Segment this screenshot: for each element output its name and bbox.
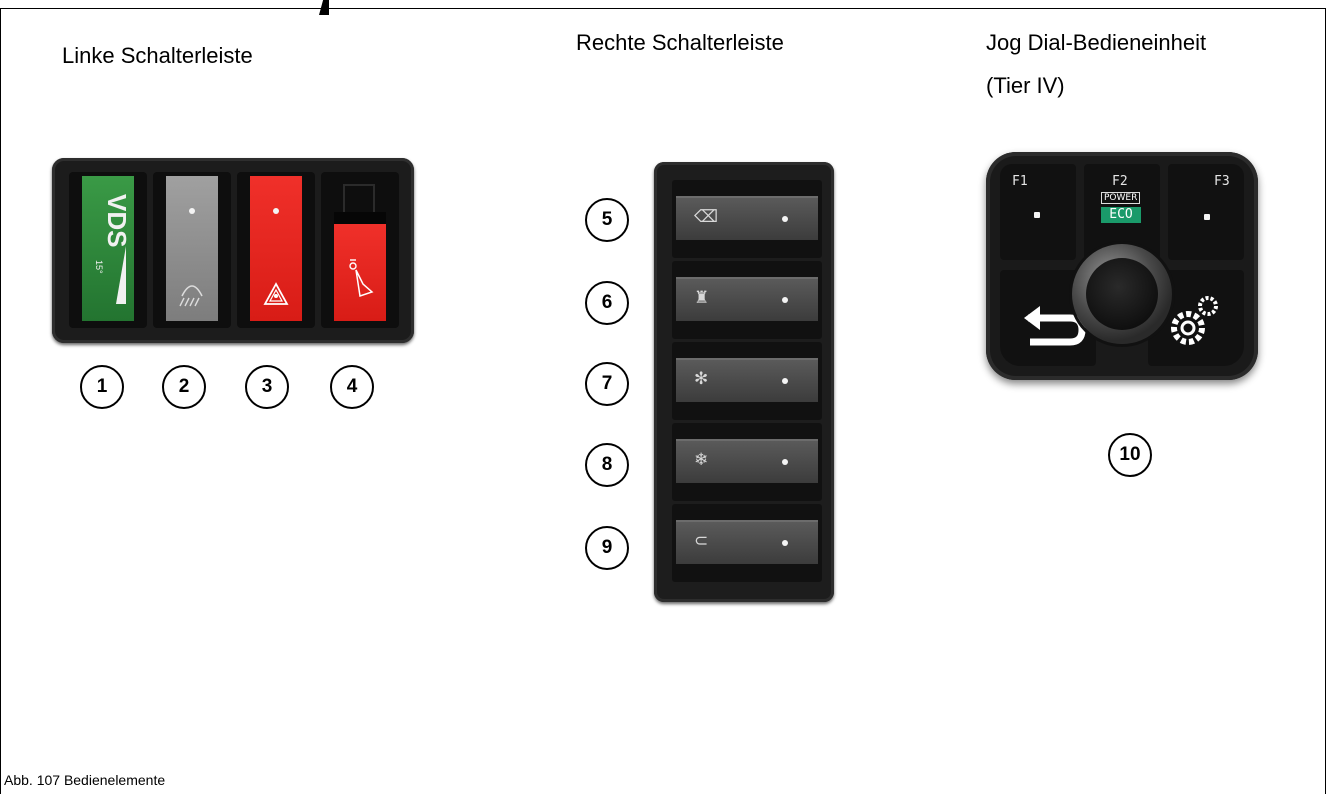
boom-lock-switch[interactable]: [321, 172, 399, 328]
fan-switch[interactable]: ✻: [672, 342, 822, 420]
work-light-icon: [179, 285, 203, 307]
horn-rocker[interactable]: ⊂: [676, 520, 818, 564]
boom-lock-rocker[interactable]: [334, 224, 386, 321]
jog-dial-knob[interactable]: [1086, 258, 1158, 330]
wiper-rocker[interactable]: ⌫: [676, 196, 818, 240]
jog-dial-title: Jog Dial-Bedieneinheit: [986, 30, 1207, 55]
callout-5: 5: [585, 198, 629, 242]
callout-8: 8: [585, 443, 629, 487]
work-light-switch[interactable]: [153, 172, 231, 328]
heading-fragment: [319, 0, 329, 15]
wiper-switch[interactable]: ⌫: [672, 180, 822, 258]
air-conditioning-icon: ❄: [694, 450, 709, 469]
callout-2: 2: [162, 365, 206, 409]
hazard-switch[interactable]: [237, 172, 315, 328]
jog-dial-unit: F1 F2 POWER ECO F3: [986, 152, 1258, 380]
beacon-led: [782, 297, 788, 303]
vds-logo-text: VDS: [102, 194, 132, 247]
right-bar-title: Rechte Schalterleiste: [576, 30, 784, 55]
hazard-warning-icon: [263, 282, 289, 305]
hazard-led: [273, 208, 279, 214]
left-bar-title: Linke Schalterleiste: [62, 43, 253, 68]
vds-switch[interactable]: VDS 15°: [69, 172, 147, 328]
horn-led: [782, 540, 788, 546]
air-conditioning-rocker[interactable]: ❄: [676, 439, 818, 483]
air-conditioning-switch[interactable]: ❄: [672, 423, 822, 501]
fan-led: [782, 378, 788, 384]
callout-4: 4: [330, 365, 374, 409]
horn-icon: ⊂: [694, 531, 709, 550]
f2-label: F2: [1112, 174, 1128, 189]
callout-10: 10: [1108, 433, 1152, 477]
f3-led: [1204, 214, 1210, 220]
vds-logo-sup: 15°: [94, 260, 104, 274]
wiper-icon: ⌫: [694, 207, 719, 226]
horn-switch[interactable]: ⊂: [672, 504, 822, 582]
f3-key[interactable]: F3: [1168, 164, 1244, 260]
f1-label: F1: [1012, 174, 1028, 189]
rotating-beacon-icon: ♜: [694, 288, 710, 307]
callout-1: 1: [80, 365, 124, 409]
vds-logo-icon: VDS 15°: [94, 194, 132, 304]
left-switch-panel: VDS 15°: [52, 158, 414, 343]
beacon-rocker[interactable]: ♜: [676, 277, 818, 321]
figure-caption: Abb. 107 Bedienelemente: [4, 772, 166, 788]
eco-mode-label: ECO: [1101, 207, 1141, 223]
power-mode-label: POWER: [1101, 192, 1141, 204]
work-light-rocker[interactable]: [166, 176, 218, 321]
callout-3: 3: [245, 365, 289, 409]
f1-key[interactable]: F1: [1000, 164, 1076, 260]
right-switch-panel: ⌫ ♜ ✻ ❄ ⊂: [654, 162, 834, 602]
fan-rocker[interactable]: ✻: [676, 358, 818, 402]
callout-6: 6: [585, 281, 629, 325]
jog-dial-subtitle: (Tier IV): [986, 73, 1065, 98]
wiper-led: [782, 216, 788, 222]
jog-dial-ring[interactable]: [1072, 244, 1172, 344]
f3-label: F3: [1214, 174, 1230, 189]
callout-7: 7: [585, 362, 629, 406]
work-light-led: [189, 208, 195, 214]
vds-rocker[interactable]: VDS 15°: [82, 176, 134, 321]
hazard-rocker[interactable]: [250, 176, 302, 321]
beacon-switch[interactable]: ♜: [672, 261, 822, 339]
switch-guard-cap: [334, 212, 386, 224]
fan-icon: ✻: [694, 369, 709, 388]
boom-lock-icon: [349, 259, 374, 297]
f1-led: [1034, 212, 1040, 218]
callout-9: 9: [585, 526, 629, 570]
air-conditioning-led: [782, 459, 788, 465]
